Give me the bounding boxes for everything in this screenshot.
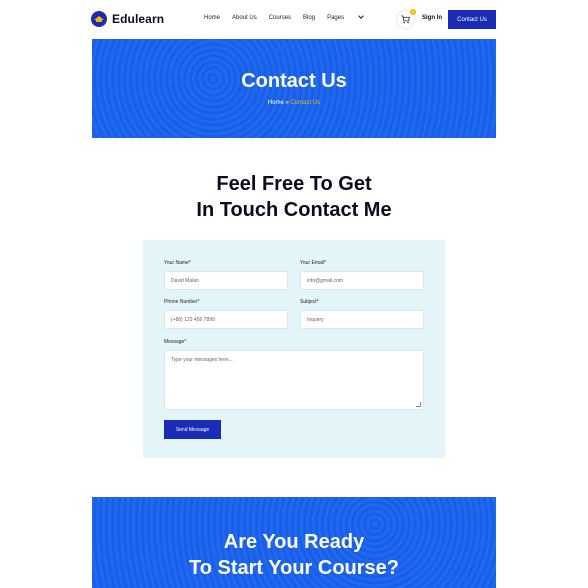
subject-label: Subject* (300, 299, 319, 305)
section-heading: Feel Free To Get In Touch Contact Me (0, 171, 588, 223)
send-message-button[interactable]: Send Message (164, 420, 221, 439)
phone-field[interactable]: (+88) 123 456 7890 (164, 310, 288, 329)
main-nav: Home About Us Courses Blog Pages (204, 13, 375, 21)
name-field[interactable]: David Malan (164, 271, 288, 290)
breadcrumb-current: Contact Us (290, 100, 321, 106)
cta-heading: Are You Ready To Start Your Course? (92, 529, 496, 581)
nav-blog[interactable]: Blog (303, 15, 315, 21)
logo-text: Edulearn (112, 12, 165, 26)
phone-label: Phone Number* (164, 299, 200, 305)
graduation-cap-icon (91, 11, 107, 27)
page-title: Contact Us (241, 70, 347, 92)
page-banner: Contact Us Home » Contact Us (92, 39, 496, 138)
email-label: Your Email* (300, 260, 326, 266)
breadcrumb: Home » Contact Us (92, 100, 496, 106)
breadcrumb-home[interactable]: Home (268, 100, 284, 106)
logo[interactable]: Edulearn (91, 11, 164, 27)
subject-field[interactable]: Inquery (300, 310, 424, 329)
cart-count-badge: 0 (410, 9, 416, 15)
heading-line-2: In Touch Contact Me (196, 199, 392, 221)
contact-us-button[interactable]: Contact Us (448, 10, 496, 29)
nav-home[interactable]: Home (204, 15, 220, 21)
cta-line-2: To Start Your Course? (188, 557, 400, 579)
nav-courses[interactable]: Courses (269, 15, 291, 21)
nav-pages-label: Pages (327, 15, 345, 21)
nav-pages[interactable]: Pages (327, 13, 364, 21)
sign-in-link[interactable]: Sign In (422, 15, 442, 21)
cta-line-1: Are You Ready (223, 531, 365, 553)
resize-handle-icon[interactable] (416, 402, 421, 407)
cta-banner: Are You Ready To Start Your Course? (92, 497, 496, 588)
cart-icon (401, 15, 410, 24)
message-textarea[interactable]: Type your messages here... (164, 350, 424, 410)
email-field[interactable]: info@gmail.com (300, 271, 424, 290)
nav-about-us[interactable]: About Us (232, 15, 257, 21)
message-label: Message* (164, 339, 187, 345)
message-placeholder: Type your messages here... (171, 357, 233, 363)
contact-form: Your Name* David Malan Your Email* info@… (143, 240, 445, 458)
heading-line-1: Feel Free To Get (216, 173, 372, 195)
breadcrumb-separator: » (285, 100, 289, 106)
site-header: Edulearn Home About Us Courses Blog Page… (0, 0, 588, 39)
name-label: Your Name* (164, 260, 191, 266)
chevron-down-icon (358, 13, 364, 19)
cart-button[interactable]: 0 (397, 9, 416, 28)
